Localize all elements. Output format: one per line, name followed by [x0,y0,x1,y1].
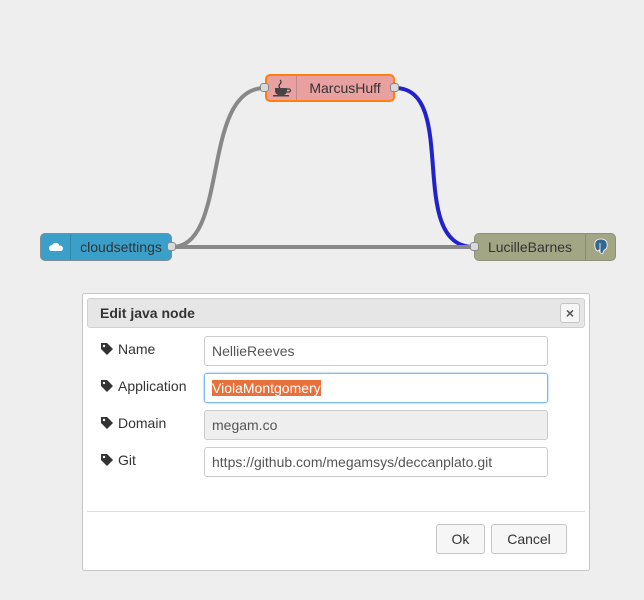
close-button[interactable]: × [560,303,580,323]
postgresql-icon [585,234,615,260]
cloud-icon [41,234,71,260]
cancel-button[interactable]: Cancel [491,524,567,554]
output-port[interactable] [167,242,176,251]
application-row: Application ViolaMontgomery [101,373,561,403]
ok-button[interactable]: Ok [436,524,485,554]
edit-node-dialog: Edit java node × Name NellieReeves Appli… [82,293,590,571]
node-marcushuff[interactable]: MarcusHuff [265,74,395,102]
dialog-titlebar[interactable]: Edit java node × [87,298,585,328]
dialog-divider [87,511,585,512]
selected-text: ViolaMontgomery [212,380,321,396]
output-port[interactable] [390,83,399,92]
git-row: Git https://github.com/megamsys/deccanpl… [101,447,561,477]
git-input[interactable]: https://github.com/megamsys/deccanplato.… [204,447,548,477]
tag-icon [101,417,113,429]
tag-icon [101,380,113,392]
application-label: Application [101,378,187,394]
node-label: MarcusHuff [309,80,381,96]
node-lucillebarnes[interactable]: LucilleBarnes [474,233,616,261]
wire-cloud-to-marcus[interactable] [171,86,266,249]
name-label: Name [101,341,155,357]
domain-input: megam.co [204,410,548,440]
domain-row: Domain megam.co [101,410,561,440]
input-port[interactable] [470,242,479,251]
wire-marcus-to-lucille[interactable] [394,86,475,249]
close-icon: × [565,305,575,321]
java-cup-icon [267,76,297,100]
application-input[interactable]: ViolaMontgomery [204,373,548,403]
dialog-title: Edit java node [100,305,195,321]
tag-icon [101,343,113,355]
git-label: Git [101,452,136,468]
name-row: Name NellieReeves [101,336,561,366]
node-label: LucilleBarnes [487,239,573,255]
node-cloudsettings[interactable]: cloudsettings [40,233,172,261]
domain-label: Domain [101,415,166,431]
name-input[interactable]: NellieReeves [204,336,548,366]
input-port[interactable] [260,83,269,92]
node-label: cloudsettings [80,239,162,255]
tag-icon [101,454,113,466]
